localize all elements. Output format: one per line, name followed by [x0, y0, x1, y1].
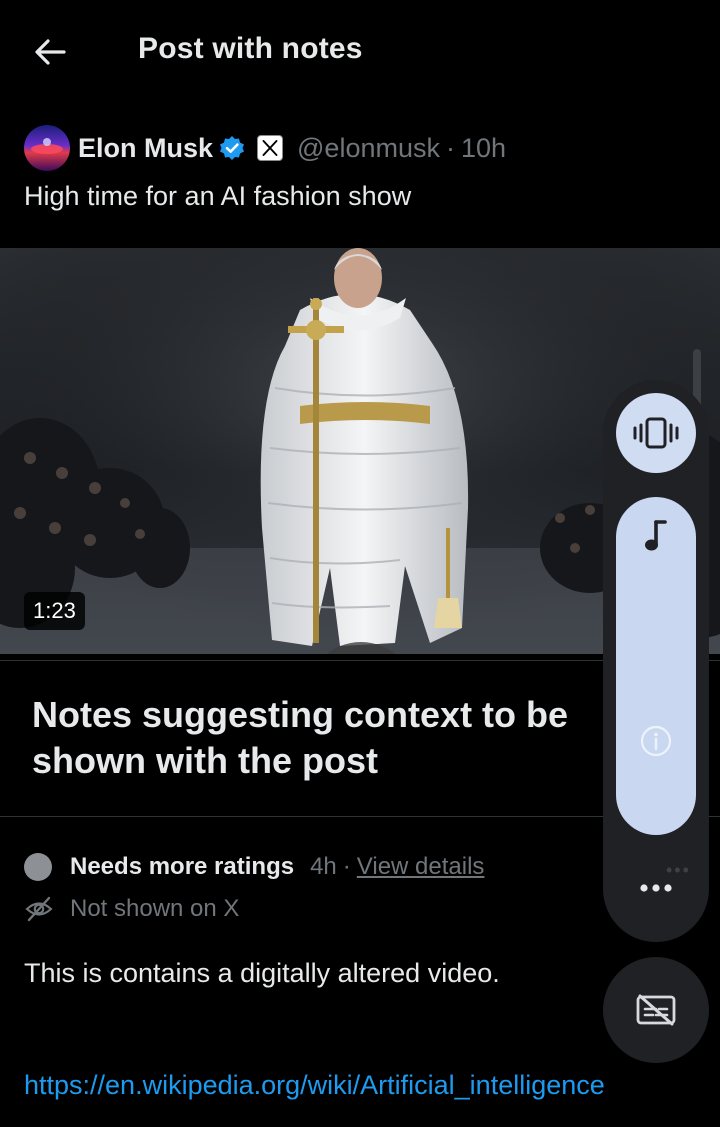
note-visibility-row: Not shown on X — [24, 892, 239, 926]
live-caption-button[interactable] — [603, 957, 709, 1063]
author-name[interactable]: Elon Musk — [78, 133, 213, 164]
eye-off-icon — [25, 896, 53, 922]
notes-section-heading: Notes suggesting context to be shown wit… — [32, 694, 569, 781]
top-bar: Post with notes — [0, 0, 720, 104]
view-details-link[interactable]: View details — [357, 853, 485, 881]
captions-off-icon — [636, 994, 676, 1026]
meta-separator: · — [342, 853, 351, 880]
ringer-mode-button[interactable] — [616, 393, 696, 473]
post-with-notes-screen: Post with notes Elon Musk @elonmusk · 10… — [0, 0, 720, 1127]
avatar[interactable] — [24, 125, 70, 171]
verified-badge-icon — [220, 136, 245, 160]
post-timestamp[interactable]: 10h — [461, 133, 506, 164]
volume-settings-button[interactable] — [630, 868, 682, 908]
note-status: Needs more ratings — [70, 853, 295, 880]
status-dot-icon — [24, 853, 52, 881]
video-duration-badge: 1:23 — [24, 592, 85, 630]
info-icon — [640, 725, 672, 757]
author-handle[interactable]: @elonmusk — [297, 133, 440, 164]
note-visibility: Not shown on X — [70, 895, 240, 922]
meta-separator: · — [445, 132, 455, 163]
note-body: This is contains a digitally altered vid… — [24, 958, 500, 988]
more-horizontal-icon — [640, 884, 672, 892]
arrow-left-icon — [35, 39, 66, 65]
note-source-link[interactable]: https://en.wikipedia.org/wiki/Artificial… — [24, 1070, 605, 1101]
music-note-icon — [645, 520, 667, 551]
post-text: High time for an AI fashion show — [24, 181, 412, 211]
back-button[interactable] — [28, 30, 72, 74]
note-status-row: Needs more ratings 4h · View details — [24, 850, 484, 884]
post-author-row: Elon Musk @elonmusk · 10h — [24, 124, 506, 172]
page-title: Post with notes — [138, 32, 363, 65]
note-age: 4h — [310, 853, 337, 880]
x-affiliation-badge-icon — [257, 135, 284, 161]
vibrate-icon — [633, 417, 679, 449]
